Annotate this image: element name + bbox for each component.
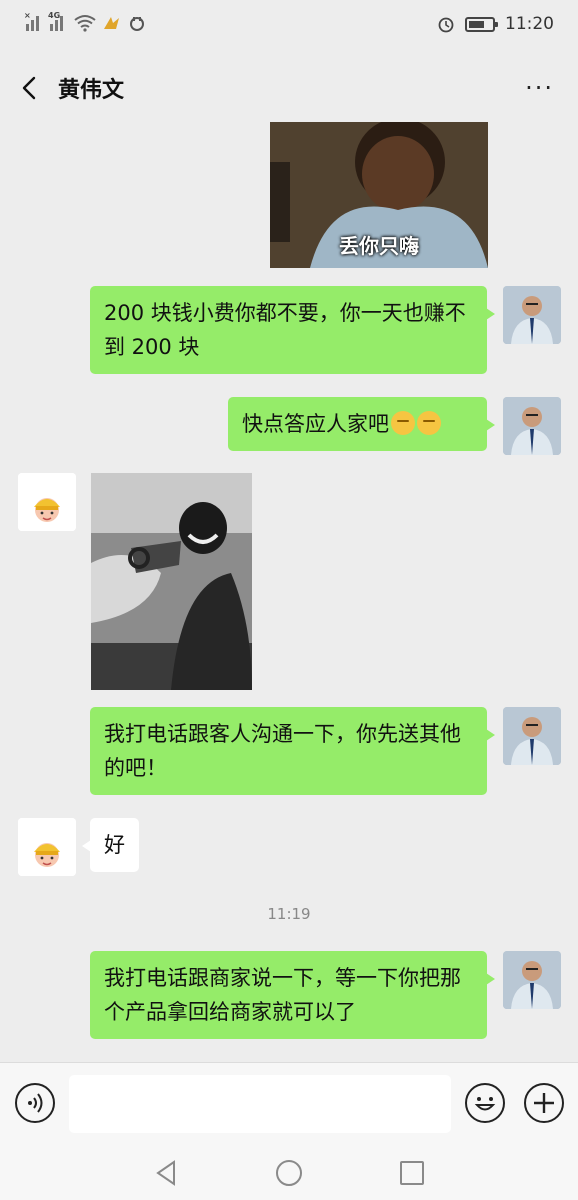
status-right-icons: 11:20 — [437, 14, 554, 34]
alarm-icon — [438, 17, 454, 33]
bw-photo-image — [91, 473, 252, 690]
message-bubble-self[interactable]: 200 块钱小费你都不要，你一天也赚不到 200 块 — [90, 286, 495, 374]
status-left-icons: × 4G — [24, 11, 146, 32]
home-circle-icon[interactable] — [274, 1158, 304, 1188]
emoji-icon[interactable] — [465, 1083, 505, 1123]
message-bubble-other[interactable]: 好 — [82, 818, 139, 872]
input-bar — [0, 1062, 578, 1146]
chat-title: 黄伟文 — [58, 78, 125, 103]
status-bar: × 4G 11:20 — [0, 0, 578, 52]
chat-header: 黄伟文 ··· — [0, 52, 578, 122]
meme-caption: 丢你只嗨 — [339, 234, 419, 258]
image-message-other[interactable] — [91, 473, 252, 690]
recent-square-icon[interactable] — [397, 1158, 427, 1188]
message-list[interactable]: 丢你只嗨 200 块钱小费你都不要，你一天也赚不到 200 块 快点答应人家吧 — [0, 122, 578, 1062]
avatar-other[interactable] — [18, 818, 76, 876]
app-icon — [130, 17, 144, 31]
system-navigation-bar — [0, 1146, 578, 1200]
avatar-self-icon — [503, 707, 561, 765]
image-message-self[interactable]: 丢你只嗨 — [270, 122, 488, 268]
thinking-emoji — [417, 411, 441, 435]
avatar-other-icon — [18, 818, 76, 876]
more-options-icon[interactable]: ··· — [525, 74, 554, 102]
avatar-self-icon — [503, 951, 561, 1009]
wifi-icon — [74, 15, 96, 32]
status-time: 11:20 — [505, 14, 554, 34]
voice-icon[interactable] — [15, 1083, 55, 1123]
avatar-other-icon — [18, 473, 76, 531]
signal-4g-icon: 4G — [48, 11, 68, 31]
avatar-self[interactable] — [503, 397, 561, 455]
message-input[interactable] — [69, 1075, 451, 1133]
notification-icon — [104, 17, 119, 29]
thinking-emoji — [391, 411, 415, 435]
avatar-self[interactable] — [503, 707, 561, 765]
avatar-self[interactable] — [503, 951, 561, 1009]
plus-icon[interactable] — [524, 1083, 564, 1123]
avatar-self[interactable] — [503, 286, 561, 344]
message-text: 快点答应人家吧 — [242, 412, 389, 436]
avatar-self-icon — [503, 286, 561, 344]
back-triangle-icon[interactable] — [151, 1158, 181, 1188]
avatar-self-icon — [503, 397, 561, 455]
chevron-left-icon[interactable] — [18, 74, 42, 102]
battery-icon — [465, 16, 498, 32]
avatar-other[interactable] — [18, 473, 76, 531]
message-bubble-self[interactable]: 快点答应人家吧 — [228, 397, 495, 451]
message-timestamp: 11:19 — [267, 905, 311, 923]
signal-x-icon: × — [24, 11, 44, 31]
message-bubble-self[interactable]: 我打电话跟商家说一下，等一下你把那个产品拿回给商家就可以了 — [90, 951, 495, 1039]
message-bubble-self[interactable]: 我打电话跟客人沟通一下，你先送其他的吧！ — [90, 707, 495, 795]
